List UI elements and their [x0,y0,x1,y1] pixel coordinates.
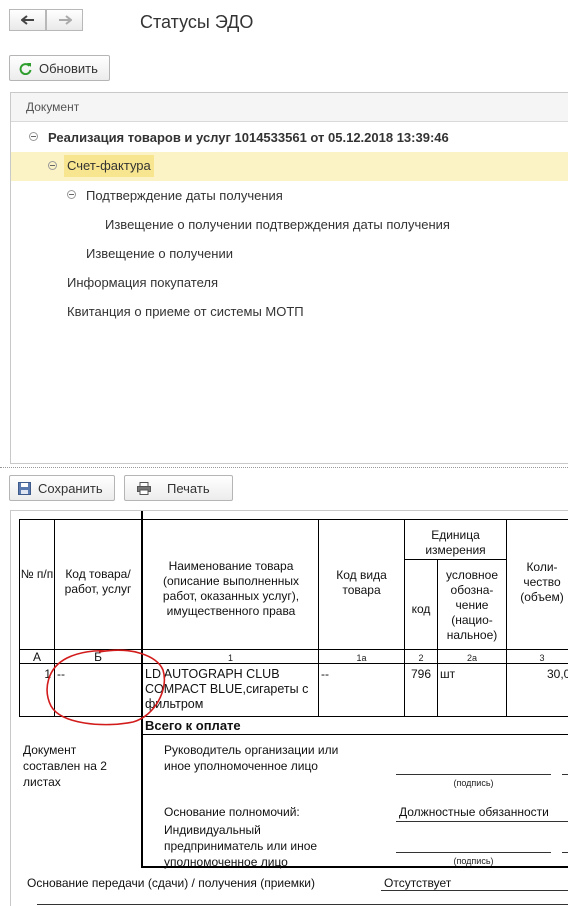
red-highlight-circle [46,649,166,726]
head-label: Руководитель организации или иное уполно… [164,743,339,773]
tree-item-label: Счет-фактура [64,155,154,177]
header-num: № п/п [20,567,54,581]
refresh-label: Обновить [39,60,98,76]
printer-icon [137,481,151,495]
tree-item-label: Извещение о получении [86,246,233,261]
arrow-right-icon [58,15,72,25]
colnum: 1а [356,653,367,663]
header-name: Наименование товара (описание выполненны… [162,559,300,618]
tree-item-invoice[interactable]: Счет-фактура [11,152,568,181]
tree-item-buyer-info[interactable]: Информация покупателя [11,268,568,297]
tree-item-date-confirmation[interactable]: Подтверждение даты получения [11,181,568,210]
back-button[interactable] [9,9,46,31]
header-unit-name: условное обозна- чение (нацио- нальное) [445,568,499,642]
header-code: Код товара/ работ, услуг [64,567,132,596]
arrow-left-icon [20,15,34,25]
transfer-value: Отсутствует [384,876,452,890]
print-label: Печать [167,480,210,496]
signature-caption: (подпись) [453,856,494,866]
floppy-disk-icon [18,481,31,495]
entrepreneur-label: Индивидуальный предприниматель или иное … [164,823,318,869]
signature-caption: (подпись) [453,778,494,788]
tree-column-header: Документ [11,93,568,122]
tree-item-notice-confirmation[interactable]: Извещение о получении подтверждения даты… [11,210,568,239]
transfer-label: Основание передачи (сдачи) / получения (… [27,876,315,890]
row-unit-code: 796 [410,667,432,681]
tree-item-notice-receipt[interactable]: Извещение о получении [11,239,568,268]
row-qty: 30,00 [546,667,568,681]
tree-item-label: Информация покупателя [67,275,219,290]
collapse-icon[interactable] [29,132,38,141]
tree-item-motp-receipt[interactable]: Квитанция о приеме от системы МОТП [11,297,568,326]
refresh-icon [19,62,32,75]
tree-item-label: Реализация товаров и услуг 1014533561 от… [48,130,449,145]
tree-item-label: Подтверждение даты получения [86,188,283,203]
forward-button[interactable] [46,9,83,31]
header-qty: Коли- чество (объем) [520,560,564,604]
header-unit-group: Единица измерения [425,528,486,557]
row-kind: -- [321,667,329,681]
authority-value: Должностные обязанности [399,805,549,819]
authority-label: Основание полномочий: [164,805,300,819]
tree-item-label: Извещение о получении подтверждения даты… [105,217,450,232]
refresh-button[interactable]: Обновить [9,55,110,81]
collapse-icon[interactable] [48,161,57,170]
row-unit-name: шт [440,667,456,681]
status-tree[interactable]: Документ Реализация товаров и услуг 1014… [10,92,568,464]
tree-item-realization[interactable]: Реализация товаров и услуг 1014533561 от… [11,123,568,152]
collapse-icon[interactable] [67,190,76,199]
colnum: 2 [418,653,424,663]
tree-item-label: Квитанция о приеме от системы МОТП [67,304,304,319]
doc-pages-note: Документ составлен на 2 листах [23,743,107,789]
colnum: 3 [539,653,545,663]
colnum: 2а [466,653,477,663]
header-unit-code: код [411,602,431,616]
page-title: Статусы ЭДО [140,12,254,32]
print-button[interactable]: Печать [124,475,233,501]
splitter[interactable] [0,467,568,468]
save-label: Сохранить [38,480,103,496]
header-kind: Код вида товара [336,568,387,597]
invoice-document[interactable]: № п/п Код товара/ работ, услуг Наименова… [10,510,568,906]
save-button[interactable]: Сохранить [9,475,115,501]
